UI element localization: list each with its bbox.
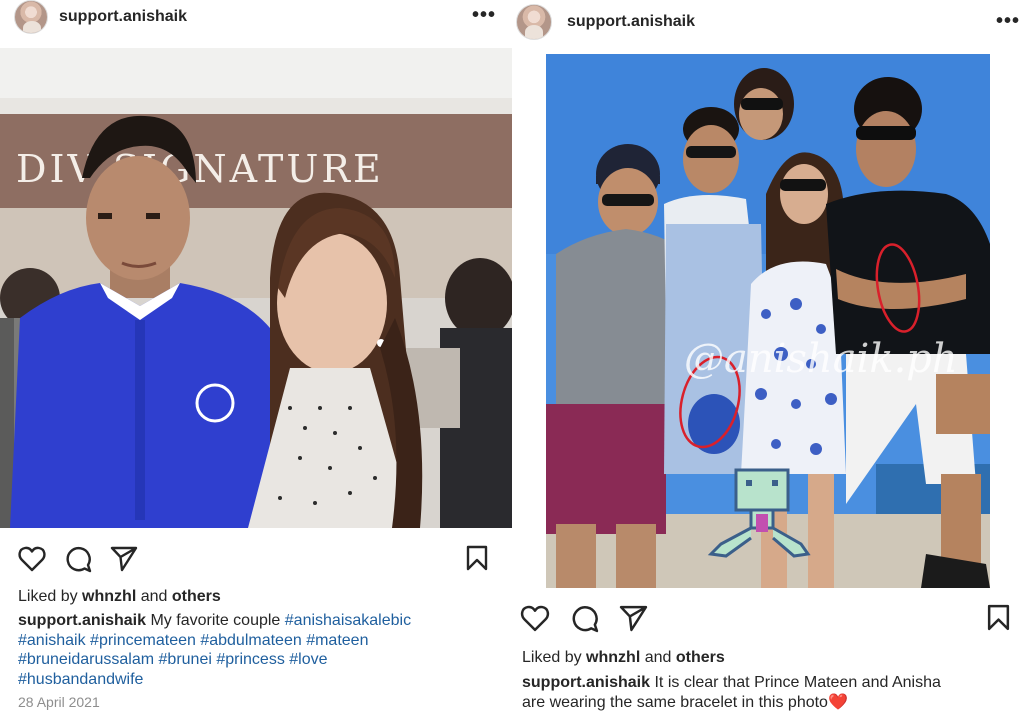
- post-header: support.anishaik: [516, 4, 695, 40]
- liked-by-others-link[interactable]: others: [676, 649, 725, 666]
- hashtag-line[interactable]: #husbandandwife: [18, 670, 508, 690]
- likes-line: Liked by whnzhl and others: [18, 588, 221, 606]
- post-actions: [18, 545, 156, 573]
- watermark-text: @anishaik.ph: [684, 336, 958, 382]
- caption-text: It is clear that Prince Mateen and Anish…: [650, 674, 941, 691]
- post-caption: support.anishaik It is clear that Prince…: [522, 673, 1020, 712]
- post-actions: [520, 604, 666, 633]
- likes-line: Liked by whnzhl and others: [522, 649, 725, 667]
- post-photo[interactable]: @anishaik.ph: [546, 54, 990, 588]
- heart-icon[interactable]: [18, 546, 46, 572]
- post-username[interactable]: support.anishaik: [59, 8, 187, 26]
- heart-emoji: ❤️: [827, 693, 848, 711]
- caption-text: are wearing the same bracelet in this ph…: [522, 693, 828, 711]
- likes-prefix: Liked by: [522, 649, 587, 666]
- liked-by-others-link[interactable]: others: [172, 588, 221, 605]
- hashtag-line[interactable]: #bruneidarussalam #brunei #princess #lov…: [18, 650, 508, 670]
- liked-by-user-link[interactable]: whnzhl: [586, 649, 640, 666]
- avatar[interactable]: [516, 4, 552, 40]
- post-photo[interactable]: DIV SIGNATURE: [0, 48, 512, 528]
- send-icon[interactable]: [619, 605, 648, 632]
- post-date: 28 April 2021: [18, 694, 100, 710]
- photo-couple-event: DIV SIGNATURE: [0, 48, 512, 528]
- post-header: support.anishaik: [14, 0, 187, 34]
- hashtag-link[interactable]: #anishaisakalebic: [285, 612, 411, 629]
- post-username[interactable]: support.anishaik: [567, 13, 695, 31]
- instagram-post-left: support.anishaik ••• DIV SIGNATURE Liked…: [0, 0, 512, 714]
- avatar[interactable]: [14, 0, 48, 34]
- likes-prefix: Liked by: [18, 588, 83, 605]
- liked-by-user-link[interactable]: whnzhl: [82, 588, 136, 605]
- bookmark-icon[interactable]: [466, 545, 488, 576]
- caption-username[interactable]: support.anishaik: [522, 674, 650, 691]
- hashtag-line[interactable]: #anishaik #princemateen #abdulmateen #ma…: [18, 631, 508, 651]
- likes-and: and: [640, 649, 676, 666]
- sign-text: DIV SIGNATURE: [16, 147, 384, 191]
- likes-and: and: [136, 588, 172, 605]
- more-options-icon[interactable]: •••: [996, 10, 1020, 33]
- caption-username[interactable]: support.anishaik: [18, 612, 146, 629]
- send-icon[interactable]: [110, 546, 138, 572]
- photo-beach-group: @anishaik.ph: [546, 54, 990, 588]
- comment-icon[interactable]: [570, 604, 599, 633]
- instagram-post-right: support.anishaik ••• @anishaik.ph Liked …: [512, 0, 1024, 714]
- more-options-icon[interactable]: •••: [472, 4, 496, 27]
- caption-text: My favorite couple: [146, 612, 285, 629]
- heart-icon[interactable]: [520, 605, 550, 632]
- post-caption: support.anishaik My favorite couple #ani…: [18, 611, 508, 689]
- comment-icon[interactable]: [64, 545, 92, 573]
- bookmark-icon[interactable]: [987, 604, 1010, 636]
